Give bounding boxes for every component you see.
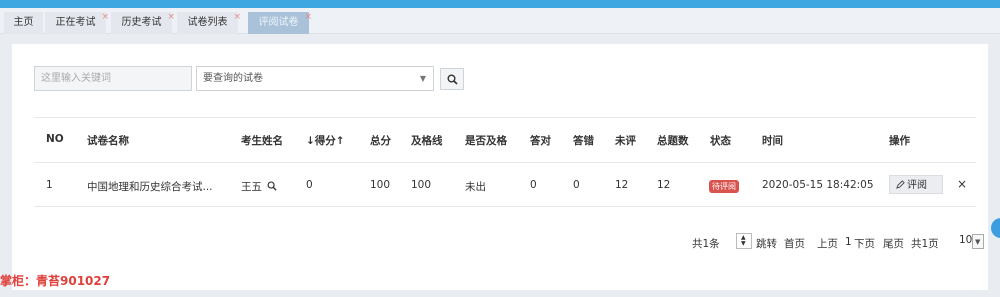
keyword-input[interactable]: 这里输入关键词 bbox=[34, 66, 192, 91]
header-passed: 是否及格 bbox=[465, 135, 507, 147]
watermark-text: 掌柜：青苔901027 bbox=[0, 274, 111, 288]
divider bbox=[34, 117, 976, 118]
cell-question-count: 12 bbox=[657, 179, 671, 191]
cell-unreviewed: 12 bbox=[615, 179, 629, 191]
tab-label: 正在考试 bbox=[55, 17, 96, 28]
header-status: 状态 bbox=[710, 135, 731, 147]
search-icon[interactable] bbox=[267, 181, 277, 191]
top-accent-bar bbox=[0, 0, 1000, 8]
student-name: 王五 bbox=[241, 181, 262, 193]
search-button[interactable] bbox=[440, 68, 464, 90]
last-page-link[interactable]: 尾页 bbox=[883, 236, 904, 251]
tab-home[interactable]: 主页 bbox=[4, 12, 43, 34]
close-icon[interactable]: × bbox=[233, 6, 241, 28]
cell-time: 2020-05-15 18:42:05 bbox=[762, 179, 874, 191]
cell-wrong: 0 bbox=[573, 179, 580, 191]
status-badge: 待评阅 bbox=[709, 180, 739, 193]
divider bbox=[34, 206, 976, 207]
page-size-value: 10 bbox=[959, 234, 973, 246]
tab-label: 试卷列表 bbox=[187, 17, 228, 28]
tab-label: 评阅试卷 bbox=[258, 17, 299, 28]
review-button-label: 评阅 bbox=[907, 180, 927, 191]
stepper-icon: ▲ ▼ bbox=[741, 234, 746, 247]
cell-no: 1 bbox=[46, 179, 53, 191]
review-button[interactable]: 评阅 bbox=[889, 175, 943, 194]
tab-bar: 主页 正在考试 × 历史考试 × 试卷列表 × 评阅试卷 × bbox=[0, 8, 1000, 34]
header-time: 时间 bbox=[762, 135, 783, 147]
header-wrong: 答错 bbox=[573, 135, 594, 147]
pagination-total: 共1条 bbox=[692, 238, 720, 250]
cell-passed: 未出 bbox=[465, 181, 486, 193]
page-jump-input[interactable]: ▲ ▼ bbox=[736, 233, 752, 249]
chevron-down-icon: ▼ bbox=[975, 238, 981, 246]
current-page: 1 bbox=[845, 236, 852, 248]
header-pass-line: 及格线 bbox=[411, 135, 443, 147]
page-size-select[interactable]: ▼ bbox=[972, 234, 984, 249]
header-unreviewed: 未评 bbox=[615, 135, 636, 147]
paper-select[interactable]: 要查询的试卷 ▼ bbox=[196, 66, 434, 91]
floating-action-button[interactable] bbox=[991, 218, 1000, 238]
chevron-down-icon: ▼ bbox=[419, 74, 426, 83]
header-correct: 答对 bbox=[530, 135, 551, 147]
tab-ongoing-exam[interactable]: 正在考试 × bbox=[45, 12, 109, 34]
divider bbox=[34, 162, 976, 163]
close-icon[interactable]: × bbox=[304, 6, 312, 28]
tab-label: 主页 bbox=[13, 17, 34, 28]
next-page-link[interactable]: 下页 bbox=[854, 236, 875, 251]
jump-button[interactable]: 跳转 bbox=[756, 236, 777, 251]
header-no: NO bbox=[46, 133, 64, 145]
main-panel: 这里输入关键词 要查询的试卷 ▼ NO 试卷名称 考生姓名 ↓得分↑ 总分 及格… bbox=[12, 44, 988, 290]
paper-select-value: 要查询的试卷 bbox=[203, 73, 263, 84]
tab-paper-list[interactable]: 试卷列表 × bbox=[177, 12, 241, 34]
cell-correct: 0 bbox=[530, 179, 537, 191]
header-total: 总分 bbox=[370, 135, 391, 147]
cell-total: 100 bbox=[370, 179, 391, 191]
first-page-link[interactable]: 首页 bbox=[784, 236, 805, 251]
cell-student-name: 王五 bbox=[241, 179, 277, 194]
page-count: 共1页 bbox=[911, 238, 939, 250]
close-icon[interactable]: × bbox=[167, 6, 175, 28]
search-icon bbox=[447, 74, 458, 85]
cell-pass-line: 100 bbox=[411, 179, 432, 191]
cell-score: 0 bbox=[306, 179, 313, 191]
prev-page-link[interactable]: 上页 bbox=[817, 236, 838, 251]
header-student-name: 考生姓名 bbox=[241, 135, 283, 147]
tab-review-paper[interactable]: 评阅试卷 × bbox=[248, 12, 312, 34]
pencil-icon bbox=[896, 180, 905, 189]
header-score-sort[interactable]: ↓得分↑ bbox=[306, 133, 345, 148]
header-paper-name: 试卷名称 bbox=[87, 135, 129, 147]
delete-row-button[interactable]: × bbox=[957, 177, 967, 191]
header-actions: 操作 bbox=[889, 135, 910, 147]
close-icon[interactable]: × bbox=[101, 6, 109, 28]
cell-paper-name: 中国地理和历史综合考试... bbox=[87, 181, 213, 193]
tab-label: 历史考试 bbox=[121, 17, 162, 28]
tab-history-exam[interactable]: 历史考试 × bbox=[111, 12, 175, 34]
header-question-count: 总题数 bbox=[657, 135, 689, 147]
